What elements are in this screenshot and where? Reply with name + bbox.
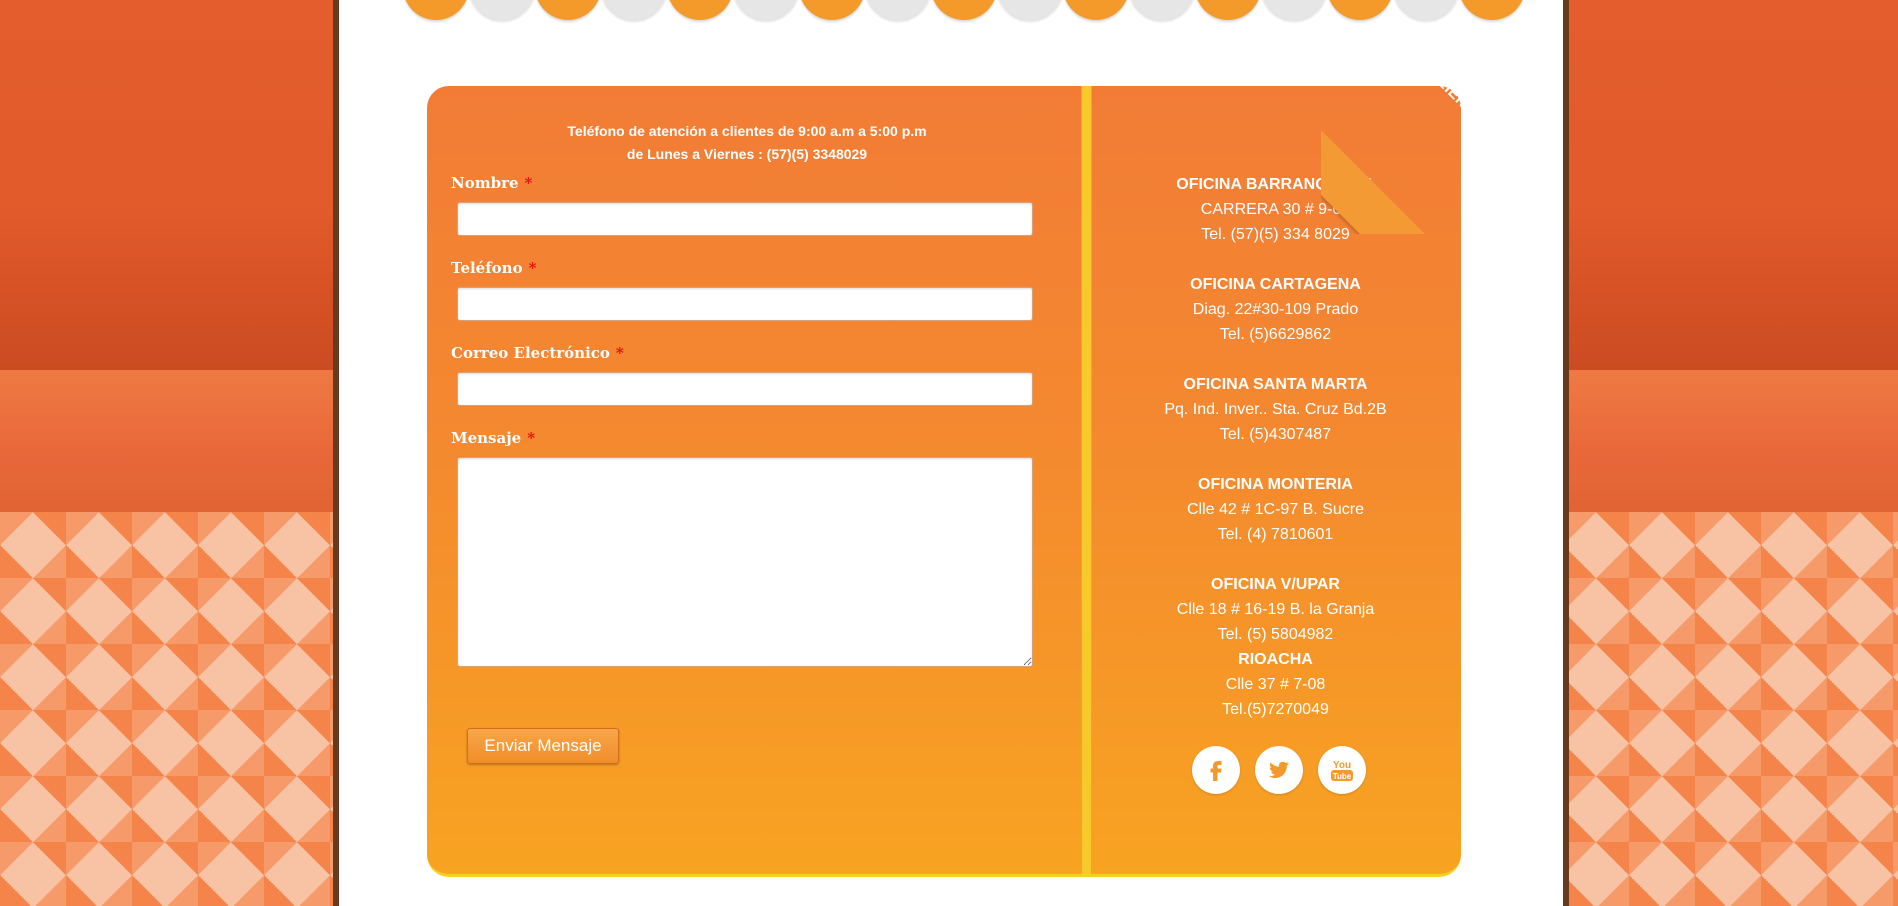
office-address: Clle 18 # 16-19 B. la Granja	[1176, 601, 1375, 618]
right-background	[1563, 0, 1898, 906]
office-name: OFICINA V/UPAR	[1211, 576, 1340, 593]
twitter-icon	[1268, 761, 1289, 778]
youtube-text-top: You	[1333, 760, 1351, 771]
awning-scallop	[1195, 0, 1261, 20]
table-edge	[1563, 370, 1898, 514]
name-label: Nombre *	[451, 174, 532, 192]
awning-scallop	[865, 0, 931, 20]
office-phone: Tel. (5) 5804982	[1217, 626, 1334, 643]
email-label: Correo Electrónico *	[451, 344, 624, 362]
office-phone: Tel. (4) 7810601	[1217, 526, 1334, 543]
office-phone: Tel. (5)6629862	[1219, 326, 1332, 343]
table-edge	[0, 370, 339, 514]
office-address: Clle 42 # 1C-97 B. Sucre	[1187, 501, 1364, 518]
office-address: Pq. Ind. Inver.. Sta. Cruz Bd.2B	[1164, 401, 1387, 418]
awning-scallop	[733, 0, 799, 20]
office-monteria: OFICINA MONTERIA Clle 42 # 1C-97 B. Sucr…	[1090, 472, 1461, 547]
office-name: OFICINA MONTERIA	[1198, 476, 1353, 493]
email-label-text: Correo Electrónico	[451, 344, 610, 362]
awning-scallop	[997, 0, 1063, 20]
required-marker: *	[524, 174, 533, 192]
social-links: You Tube	[1192, 746, 1392, 798]
message-label: Mensaje *	[451, 429, 535, 447]
awning-scallop	[1393, 0, 1459, 20]
ribbon-text: SERVICIO AL CLIENTE	[1367, 74, 1471, 185]
office-rioacha: RIOACHA Clle 37 # 7-08 Tel.(5)7270049	[1090, 647, 1461, 722]
email-input[interactable]	[457, 372, 1033, 406]
phone-label-text: Teléfono	[451, 259, 523, 277]
youtube-link[interactable]: You Tube	[1318, 746, 1366, 794]
awning-scallop	[403, 0, 469, 20]
awning-scallop	[931, 0, 997, 20]
required-marker: *	[527, 429, 536, 447]
send-message-button[interactable]: Enviar Mensaje	[467, 728, 619, 764]
office-name: OFICINA CARTAGENA	[1190, 276, 1361, 293]
service-ribbon: SERVICIO AL CLIENTE	[1321, 74, 1471, 234]
awning-scallop	[535, 0, 601, 20]
content-page: Teléfono de atención a clientes de 9:00 …	[339, 0, 1563, 906]
phone-input[interactable]	[457, 287, 1033, 321]
office-name: RIOACHA	[1238, 651, 1313, 668]
checkered-tablecloth	[0, 512, 339, 906]
required-marker: *	[528, 259, 537, 277]
ribbon-line: CLIENTE	[1426, 74, 1471, 126]
name-input[interactable]	[457, 202, 1033, 236]
youtube-text-bottom: Tube	[1333, 772, 1352, 781]
awning-scallop	[667, 0, 733, 20]
office-name: OFICINA SANTA MARTA	[1183, 376, 1368, 393]
facebook-link[interactable]	[1192, 746, 1240, 794]
message-label-text: Mensaje	[451, 429, 522, 447]
service-hours: Teléfono de atención a clientes de 9:00 …	[427, 120, 1067, 166]
awning-scallop	[1063, 0, 1129, 20]
awning-scallop	[1459, 0, 1525, 20]
contact-form: Teléfono de atención a clientes de 9:00 …	[427, 86, 1081, 874]
awning-scallop	[1327, 0, 1393, 20]
page-edge-shadow	[1563, 0, 1569, 906]
awning-scallops	[403, 0, 1525, 20]
name-label-text: Nombre	[451, 174, 519, 192]
left-background	[0, 0, 339, 906]
awning-scallop	[799, 0, 865, 20]
office-address: Clle 37 # 7-08	[1225, 676, 1326, 693]
contact-panel: Teléfono de atención a clientes de 9:00 …	[427, 74, 1471, 877]
checkered-tablecloth	[1563, 512, 1898, 906]
youtube-icon: You Tube	[1331, 760, 1353, 781]
office-cartagena: OFICINA CARTAGENA Diag. 22#30-109 Prado …	[1090, 272, 1461, 347]
office-phone: Tel.(5)7270049	[1222, 701, 1329, 718]
office-phone: Tel. (5)4307487	[1219, 426, 1332, 443]
awning-scallop	[601, 0, 667, 20]
service-hours-line: de Lunes a Viernes : (57)(5) 3348029	[626, 146, 868, 162]
message-textarea[interactable]	[457, 457, 1033, 667]
wall-background	[0, 0, 339, 370]
facebook-icon	[1210, 761, 1222, 781]
office-address: Diag. 22#30-109 Prado	[1192, 301, 1359, 318]
office-vupar: OFICINA V/UPAR Clle 18 # 16-19 B. la Gra…	[1090, 572, 1461, 647]
phone-label: Teléfono *	[451, 259, 536, 277]
required-marker: *	[615, 344, 624, 362]
service-hours-line: Teléfono de atención a clientes de 9:00 …	[567, 123, 927, 139]
awning-scallop	[1261, 0, 1327, 20]
awning-scallop	[1129, 0, 1195, 20]
twitter-link[interactable]	[1255, 746, 1303, 794]
wall-background	[1563, 0, 1898, 370]
office-santa-marta: OFICINA SANTA MARTA Pq. Ind. Inver.. Sta…	[1090, 372, 1461, 447]
awning-scallop	[469, 0, 535, 20]
